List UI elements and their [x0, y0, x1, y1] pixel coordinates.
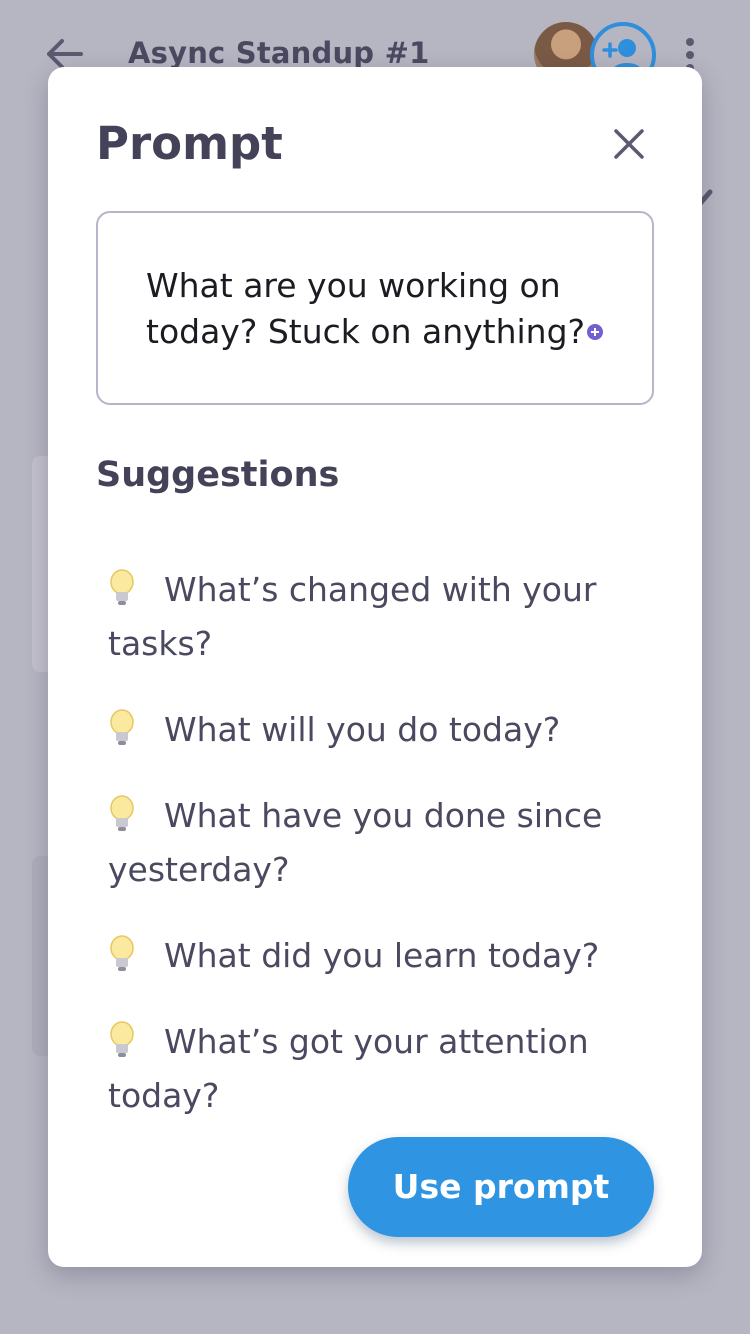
back-arrow-icon[interactable]	[44, 38, 84, 70]
suggestion-text: What have you done since yesterday?	[108, 796, 603, 889]
suggestion-list: What’s changed with your tasks? What wil…	[108, 563, 638, 1155]
suggestion-text: What did you learn today?	[164, 936, 600, 975]
prompt-input[interactable]: What are you working on today? Stuck on …	[96, 211, 654, 405]
lightbulb-icon	[110, 1021, 134, 1057]
use-prompt-button[interactable]: Use prompt	[348, 1137, 654, 1237]
prompt-dialog: Prompt What are you working on today? St…	[48, 67, 702, 1267]
suggestion-item[interactable]: What did you learn today?	[108, 929, 638, 983]
lightbulb-icon	[110, 935, 134, 971]
prompt-text-value: What are you working on today? Stuck on …	[146, 266, 586, 351]
lightbulb-icon	[110, 795, 134, 831]
suggestion-item[interactable]: What’s got your attention today?	[108, 1015, 638, 1123]
add-icon[interactable]	[587, 323, 604, 340]
suggestion-item[interactable]: What will you do today?	[108, 703, 638, 757]
suggestion-text: What’s got your attention today?	[108, 1022, 589, 1115]
dialog-title: Prompt	[96, 117, 283, 170]
suggestion-item[interactable]: What have you done since yesterday?	[108, 789, 638, 897]
page-title: Async Standup #1	[128, 36, 430, 70]
close-icon[interactable]	[608, 123, 650, 165]
suggestion-text: What will you do today?	[164, 710, 561, 749]
suggestions-heading: Suggestions	[96, 455, 340, 495]
prompt-text[interactable]: What are you working on today? Stuck on …	[146, 263, 616, 355]
lightbulb-icon	[110, 569, 134, 605]
lightbulb-icon	[110, 709, 134, 745]
suggestion-text: What’s changed with your tasks?	[108, 570, 597, 663]
suggestion-item[interactable]: What’s changed with your tasks?	[108, 563, 638, 671]
